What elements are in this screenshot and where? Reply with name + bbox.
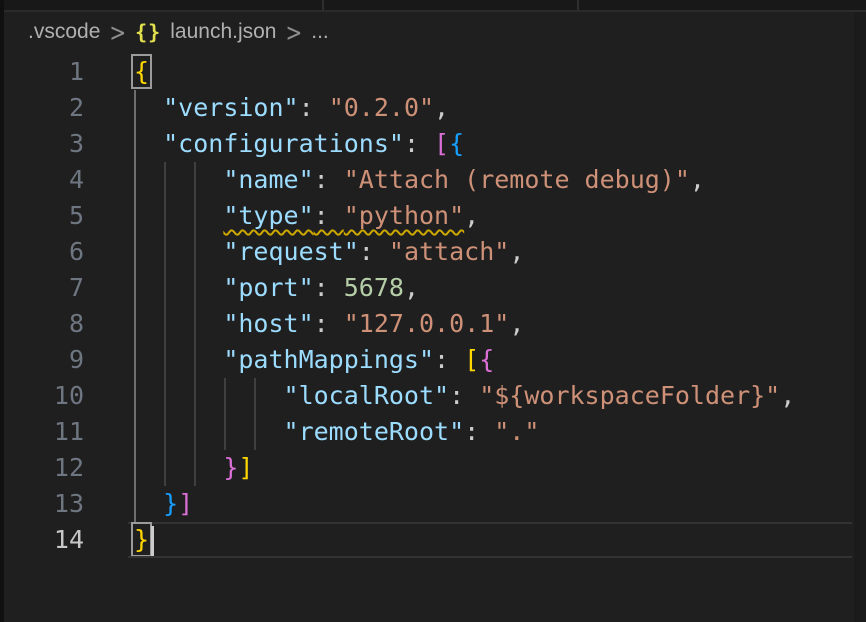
code-line[interactable]: 2 "version": "0.2.0", — [0, 90, 866, 126]
tab-bar — [4, 0, 866, 12]
line-number[interactable]: 6 — [0, 234, 84, 270]
window-left-edge — [0, 0, 4, 622]
code-text: }] — [133, 486, 193, 522]
breadcrumb-folder[interactable]: .vscode — [28, 20, 100, 44]
line-number[interactable]: 7 — [0, 270, 84, 306]
line-number[interactable]: 1 — [0, 54, 84, 90]
code-text: "port": 5678, — [133, 270, 419, 306]
code-line[interactable]: 6 "request": "attach", — [0, 234, 866, 270]
chevron-right-icon: > — [285, 17, 302, 47]
line-number[interactable]: 14 — [0, 522, 84, 558]
code-area[interactable]: 1{2 "version": "0.2.0",3 "configurations… — [0, 52, 866, 622]
breadcrumb-file[interactable]: launch.json — [170, 20, 276, 44]
code-text: "configurations": [{ — [133, 126, 464, 162]
line-number[interactable]: 3 — [0, 126, 84, 162]
breadcrumb-symbol-ellipsis[interactable]: ... — [311, 20, 329, 44]
code-text: }] — [133, 450, 253, 486]
line-number[interactable]: 13 — [0, 486, 84, 522]
tab-stub[interactable] — [579, 0, 866, 10]
line-number[interactable]: 12 — [0, 450, 84, 486]
text-cursor — [151, 526, 154, 556]
code-text: "request": "attach", — [133, 234, 524, 270]
breadcrumb: .vscode > {} launch.json >... — [4, 12, 866, 52]
code-text: "type": "python", — [133, 198, 479, 234]
tab-stub[interactable] — [324, 0, 577, 10]
code-line[interactable]: 8 "host": "127.0.0.1", — [0, 306, 866, 342]
code-line[interactable]: 4 "name": "Attach (remote debug)", — [0, 162, 866, 198]
code-text: "host": "127.0.0.1", — [133, 306, 524, 342]
code-line[interactable]: 9 "pathMappings": [{ — [0, 342, 866, 378]
code-line[interactable]: 5 "type": "python", — [0, 198, 866, 234]
code-line[interactable]: 11 "remoteRoot": "." — [0, 414, 866, 450]
chevron-right-icon: > — [109, 17, 126, 47]
line-number[interactable]: 11 — [0, 414, 84, 450]
code-text: { — [133, 54, 150, 90]
tab-stub[interactable] — [4, 0, 322, 10]
line-number[interactable]: 2 — [0, 90, 84, 126]
code-text: "pathMappings": [{ — [133, 342, 494, 378]
line-number[interactable]: 9 — [0, 342, 84, 378]
bracket-match-highlight: { — [131, 54, 152, 89]
code-text: "version": "0.2.0", — [133, 90, 449, 126]
code-line[interactable]: 12 }] — [0, 450, 866, 486]
code-text: "localRoot": "${workspaceFolder}", — [133, 378, 795, 414]
line-number[interactable]: 8 — [0, 306, 84, 342]
code-line[interactable]: 13 }] — [0, 486, 866, 522]
code-line[interactable]: 10 "localRoot": "${workspaceFolder}", — [0, 378, 866, 414]
code-text: "remoteRoot": "." — [133, 414, 539, 450]
json-file-icon: {} — [135, 20, 161, 44]
scrollbar-track[interactable] — [854, 12, 866, 622]
code-line[interactable]: 1{ — [0, 54, 866, 90]
line-number[interactable]: 4 — [0, 162, 84, 198]
vscode-editor-window: .vscode>{}launch.json>... 1{2 "version":… — [0, 0, 866, 622]
code-line[interactable]: 3 "configurations": [{ — [0, 126, 866, 162]
code-text: } — [133, 522, 154, 558]
code-text: "name": "Attach (remote debug)", — [133, 162, 705, 198]
line-number[interactable]: 10 — [0, 378, 84, 414]
code-line[interactable]: 14} — [0, 522, 866, 558]
line-number[interactable]: 5 — [0, 198, 84, 234]
bracket-match-highlight: } — [131, 522, 152, 557]
code-line[interactable]: 7 "port": 5678, — [0, 270, 866, 306]
